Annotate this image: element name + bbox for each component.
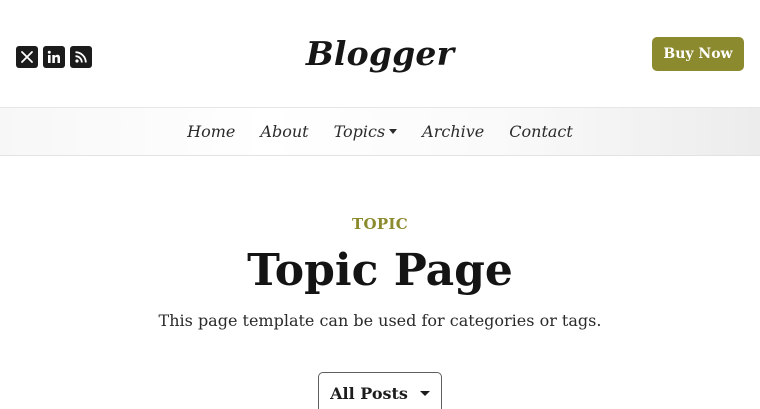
nav-item-contact[interactable]: Contact [509, 122, 573, 141]
nav-item-label: Home [187, 122, 236, 141]
nav-item-label: About [260, 122, 309, 141]
nav-item-home[interactable]: Home [187, 122, 235, 141]
nav-item-topics[interactable]: Topics [334, 122, 398, 141]
main-nav: Home About Topics Archive Contact [0, 107, 760, 156]
page-kicker: TOPIC [352, 215, 408, 233]
buy-now-button[interactable]: Buy Now [652, 37, 744, 71]
site-header: Blogger Buy Now [0, 0, 760, 107]
chevron-down-icon [389, 129, 398, 134]
chevron-down-icon [419, 390, 430, 396]
nav-item-archive[interactable]: Archive [422, 122, 484, 141]
site-logo[interactable]: Blogger [0, 34, 760, 73]
posts-filter-dropdown[interactable]: All Posts [318, 372, 442, 409]
nav-item-about[interactable]: About [260, 122, 308, 141]
filter-selected-label: All Posts [330, 383, 408, 403]
nav-item-label: Archive [422, 122, 485, 141]
nav-item-label: Contact [509, 122, 573, 141]
nav-item-label: Topics [333, 122, 386, 141]
page-description: This page template can be used for categ… [158, 311, 602, 330]
page-title: Topic Page [247, 245, 513, 296]
